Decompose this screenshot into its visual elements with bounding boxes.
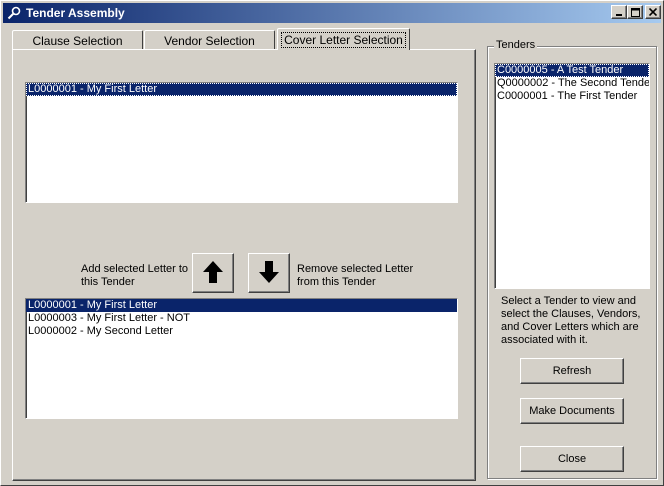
add-letter-label: Add selected Letter to this Tender — [81, 263, 189, 288]
close-window-button[interactable] — [645, 5, 661, 19]
arrow-up-icon — [202, 260, 224, 287]
list-item[interactable]: C0000001 - The First Tender — [495, 90, 649, 103]
tab-vendor-selection[interactable]: Vendor Selection — [144, 30, 275, 50]
list-item[interactable]: L0000001 - My First Letter — [26, 83, 457, 96]
magnifier-icon — [6, 5, 22, 21]
list-item[interactable]: L0000002 - My Second Letter — [26, 325, 457, 338]
assigned-letters-list[interactable]: L0000001 - My First Letter L0000003 - My… — [25, 298, 458, 419]
title-bar[interactable]: Tender Assembly — [3, 3, 661, 23]
tab-label: Clause Selection — [32, 33, 123, 48]
tender-assembly-window: Tender Assembly Clause Selection Vendor … — [0, 0, 664, 486]
arrow-down-icon — [258, 260, 280, 287]
list-item[interactable]: C0000005 - A Test Tender — [495, 64, 649, 77]
button-label: Close — [557, 453, 587, 465]
tenders-group-legend: Tenders — [494, 39, 538, 51]
list-item[interactable]: Q0000002 - The Second Tender — [495, 77, 649, 90]
refresh-button[interactable]: Refresh — [520, 358, 624, 384]
button-label: Refresh — [552, 365, 592, 377]
tab-label: Cover Letter Selection — [281, 31, 406, 48]
tab-label: Vendor Selection — [164, 33, 255, 48]
tab-clause-selection[interactable]: Clause Selection — [12, 30, 143, 50]
maximize-button[interactable] — [627, 5, 643, 19]
available-letters-list[interactable]: L0000001 - My First Letter — [25, 82, 458, 203]
tab-cover-letter-selection[interactable]: Cover Letter Selection — [277, 28, 410, 50]
tenders-help-text: Select a Tender to view and select the C… — [501, 295, 641, 346]
add-letter-button[interactable] — [192, 253, 234, 293]
close-button[interactable]: Close — [520, 446, 624, 472]
list-item[interactable]: L0000001 - My First Letter — [26, 299, 457, 312]
button-label: Make Documents — [529, 405, 615, 417]
remove-letter-button[interactable] — [248, 253, 290, 293]
tenders-list[interactable]: C0000005 - A Test Tender Q0000002 - The … — [494, 63, 650, 289]
minimize-button[interactable] — [611, 5, 627, 19]
remove-letter-label: Remove selected Letter from this Tender — [297, 263, 414, 288]
list-item[interactable]: L0000003 - My First Letter - NOT — [26, 312, 457, 325]
window-title: Tender Assembly — [26, 6, 125, 20]
make-documents-button[interactable]: Make Documents — [520, 398, 624, 424]
